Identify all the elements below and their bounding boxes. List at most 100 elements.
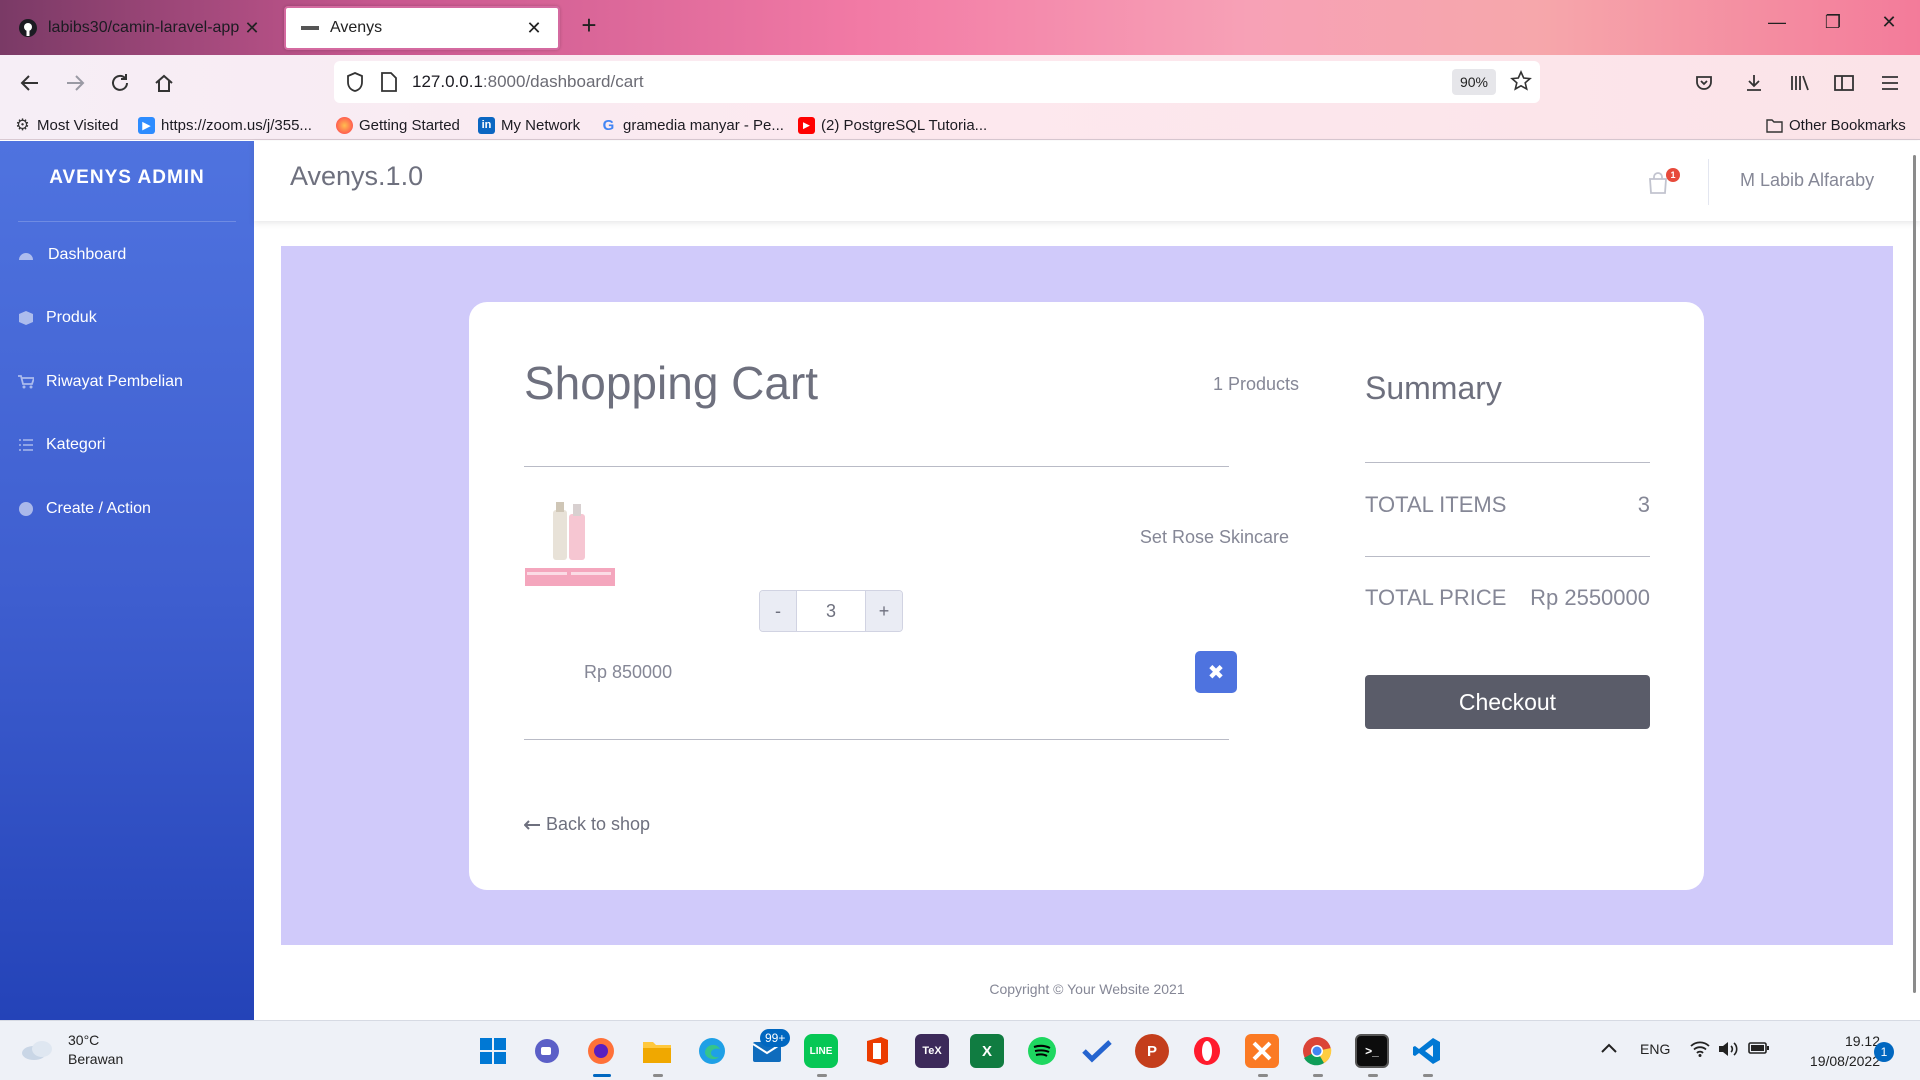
menu-icon[interactable]: [1874, 67, 1906, 99]
shield-icon[interactable]: [344, 71, 366, 98]
topbar: Avenys.1.0 1 M Labib Alfaraby: [254, 141, 1920, 221]
teams-chat-icon[interactable]: [530, 1034, 564, 1068]
sidebar-item-label: Riwayat Pembelian: [46, 373, 183, 390]
office-icon[interactable]: [860, 1034, 894, 1068]
cart-product-count: 1 Products: [1212, 374, 1299, 394]
close-icon[interactable]: ✕: [524, 18, 544, 39]
bookmark-most-visited[interactable]: ⚙ Most Visited: [14, 114, 118, 136]
sidebar-item-produk[interactable]: Produk: [18, 303, 97, 333]
forward-arrow-icon[interactable]: [59, 67, 91, 99]
new-tab-button[interactable]: +: [574, 10, 604, 41]
decrease-quantity-button[interactable]: -: [760, 591, 796, 631]
home-icon[interactable]: [148, 67, 180, 99]
sidebar-item-create-action[interactable]: Create / Action: [18, 494, 151, 524]
divider: [1365, 462, 1650, 463]
clock-time: 19.12: [1844, 1033, 1880, 1049]
back-arrow-icon[interactable]: [14, 67, 46, 99]
spotify-icon[interactable]: [1025, 1034, 1059, 1068]
bookmark-getting-started[interactable]: Getting Started: [336, 114, 460, 136]
cloud-icon: [22, 1041, 52, 1060]
cart-card: Shopping Cart 1 Products Set Rose Skinca…: [469, 302, 1704, 890]
user-name[interactable]: M Labib Alfaraby: [1740, 170, 1874, 191]
wifi-icon[interactable]: [1690, 1041, 1710, 1061]
active-app-indicator: [593, 1074, 611, 1077]
page-scrollbar[interactable]: [1913, 155, 1916, 993]
excel-icon[interactable]: X: [970, 1034, 1004, 1068]
sidebar-divider: [18, 221, 236, 222]
sidebar-item-riwayat-pembelian[interactable]: Riwayat Pembelian: [18, 367, 183, 397]
list-icon: [18, 437, 34, 453]
bookmark-label: gramedia manyar - Pe...: [623, 116, 784, 134]
zoom-level[interactable]: 90%: [1451, 69, 1496, 95]
folder-icon: [1766, 117, 1783, 134]
browser-tab-bar: labibs30/camin-laravel-app ✕ Avenys ✕ + …: [0, 0, 1920, 55]
taskbar: 30°C Berawan 99+ LINE TeX X P >_ ENG 19.…: [0, 1020, 1920, 1080]
chevron-up-icon[interactable]: [1600, 1041, 1618, 1058]
clock[interactable]: 19.12 19/08/2022: [1780, 1031, 1880, 1071]
box-icon: [18, 310, 34, 326]
cart-icon: [18, 374, 34, 390]
file-explorer-icon[interactable]: [640, 1034, 674, 1068]
close-icon[interactable]: ✕: [242, 18, 262, 39]
youtube-icon: ▶: [798, 116, 815, 134]
divider: [524, 739, 1229, 740]
vscode-icon[interactable]: [1410, 1034, 1444, 1068]
reload-icon[interactable]: [104, 67, 136, 99]
tab-title: Avenys: [330, 19, 383, 36]
sidebar-item-dashboard[interactable]: Dashboard: [18, 240, 126, 270]
terminal-icon[interactable]: >_: [1355, 1034, 1389, 1068]
tab-avenys[interactable]: Avenys ✕: [284, 6, 560, 50]
library-icon[interactable]: [1784, 67, 1816, 99]
url-text[interactable]: 127.0.0.1:8000/dashboard/cart: [412, 72, 644, 92]
notification-badge[interactable]: 1: [1874, 1042, 1894, 1062]
firefox-icon: [336, 116, 353, 134]
battery-icon[interactable]: [1748, 1041, 1770, 1059]
chrome-icon[interactable]: [1300, 1034, 1334, 1068]
pocket-icon[interactable]: [1688, 67, 1720, 99]
texstudio-icon[interactable]: TeX: [915, 1034, 949, 1068]
quantity-input[interactable]: [796, 591, 866, 631]
product-name[interactable]: Set Rose Skincare: [1029, 527, 1289, 548]
firefox-icon[interactable]: [584, 1034, 618, 1068]
total-items-value: 3: [1637, 492, 1650, 517]
edge-icon[interactable]: [695, 1034, 729, 1068]
line-icon[interactable]: LINE: [804, 1034, 838, 1068]
bookmark-postgresql[interactable]: ▶ (2) PostgreSQL Tutoria...: [798, 114, 987, 136]
star-icon[interactable]: [1510, 70, 1532, 97]
bookmark-gramedia[interactable]: G gramedia manyar - Pe...: [600, 114, 784, 136]
total-price-value: Rp 2550000: [1530, 585, 1650, 610]
weather-widget[interactable]: 30°C Berawan: [20, 1031, 123, 1069]
bookmark-label: Most Visited: [37, 116, 119, 134]
zoom-icon: ▶: [138, 116, 155, 134]
window-close-icon[interactable]: ✕: [1874, 12, 1904, 33]
restore-icon[interactable]: ❐: [1818, 12, 1848, 33]
checkout-button[interactable]: Checkout: [1365, 675, 1650, 729]
language-indicator[interactable]: ENG: [1640, 1041, 1670, 1057]
opera-icon[interactable]: [1190, 1034, 1224, 1068]
temperature: 30°C: [68, 1032, 100, 1048]
download-icon[interactable]: [1738, 67, 1770, 99]
sidebar-toggle-icon[interactable]: [1828, 67, 1860, 99]
gear-icon: ⚙: [15, 117, 30, 134]
brand-title[interactable]: AVENYS ADMIN: [0, 167, 254, 189]
powerpoint-icon[interactable]: P: [1135, 1034, 1169, 1068]
todo-icon[interactable]: [1080, 1034, 1114, 1068]
back-to-shop-link[interactable]: Back to shop: [523, 814, 650, 835]
windows-start-icon[interactable]: [476, 1034, 510, 1068]
quantity-stepper: - +: [759, 590, 903, 632]
remove-item-button[interactable]: ✖: [1195, 651, 1237, 693]
minimize-icon[interactable]: —: [1762, 12, 1792, 33]
xampp-icon[interactable]: [1245, 1034, 1279, 1068]
bookmark-zoom[interactable]: ▶ https://zoom.us/j/355...: [138, 114, 312, 136]
sidebar-item-kategori[interactable]: Kategori: [18, 430, 106, 460]
total-items-row: TOTAL ITEMS 3: [1365, 492, 1650, 518]
sidebar-item-label: Produk: [46, 309, 97, 326]
cart-title: Shopping Cart: [524, 357, 819, 409]
increase-quantity-button[interactable]: +: [866, 591, 902, 631]
volume-icon[interactable]: [1718, 1041, 1740, 1061]
tab-github[interactable]: labibs30/camin-laravel-app ✕: [4, 6, 276, 50]
address-bar[interactable]: 127.0.0.1:8000/dashboard/cart 90%: [334, 61, 1540, 103]
bookmark-my-network[interactable]: in My Network: [478, 114, 580, 136]
site-favicon: [300, 18, 320, 38]
other-bookmarks[interactable]: Other Bookmarks: [1766, 114, 1906, 136]
